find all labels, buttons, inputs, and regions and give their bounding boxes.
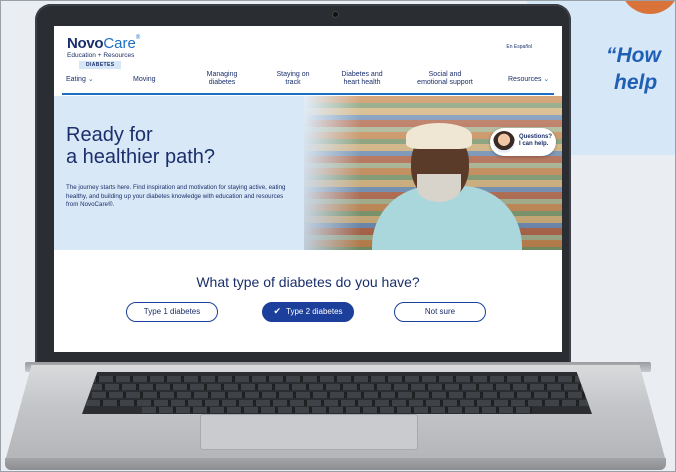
key-row [86,400,592,406]
language-link[interactable]: En Español [506,44,532,50]
hero-title-line-2: a healthier path? [66,146,216,168]
nav-label: Social and [428,71,462,78]
keyboard [82,372,592,414]
background-quote: “How help [606,42,676,96]
hero-section: Ready for a healthier path? The journey … [54,96,562,250]
key-row [88,384,592,390]
nav-label: Resources [508,76,542,83]
choice-label: Type 1 diabetes [143,307,201,316]
main-nav: Eating ⌄ Moving Managing diabetes Staying… [54,70,562,92]
avatar [493,131,515,153]
nav-item-managing-diabetes[interactable]: Managing diabetes [202,71,242,86]
nav-label: track [285,78,301,86]
quote-line-1: “How [606,44,661,67]
key-row [92,392,592,398]
nav-label: Eating [66,76,86,83]
checkmark-icon: ✔ [273,306,282,316]
hero-body: The journey starts here. Find inspiratio… [66,184,286,209]
nav-item-diabetes-heart-health[interactable]: Diabetes and heart health [337,71,387,86]
key-row [82,376,592,382]
webcam-icon [333,12,338,17]
nav-label: diabetes [208,78,236,86]
chat-help-line-2: I can help. [519,141,549,147]
logo-brand-bold: Novo [67,35,104,52]
logo-tm: ® [135,35,141,41]
nav-item-resources[interactable]: Resources ⌄ [508,76,549,84]
laptop-front-edge [5,458,666,470]
nav-item-eating[interactable]: Eating ⌄ [66,76,94,84]
nav-item-moving[interactable]: Moving [133,76,156,84]
hero-title: Ready for a healthier path? [66,124,296,168]
site-header: NovoCare® Education + Resources DIABETES… [54,26,562,96]
nav-underline [62,93,554,95]
nav-item-social-emotional-support[interactable]: Social and emotional support [410,71,480,86]
nav-label: Moving [133,76,156,83]
not-sure-button[interactable]: Not sure [394,302,486,322]
nav-label: emotional support [417,78,473,86]
logo-subtitle: Education + Resources [67,52,135,59]
logo-brand-light: Care [103,35,136,52]
hero-person-beard [417,174,461,202]
novocare-logo[interactable]: NovoCare® Education + Resources DIABETES [67,35,141,69]
nav-label: heart health [343,78,381,86]
chevron-down-icon: ⌄ [87,76,94,83]
nav-label: Managing [206,71,238,78]
nav-item-staying-on-track[interactable]: Staying on track [271,71,315,86]
choice-label: Not sure [424,307,456,316]
choice-label: Type 2 diabetes [286,307,343,316]
logo-badge: DIABETES [79,61,122,69]
trackpad [200,414,418,450]
hero-title-line-1: Ready for [66,124,153,146]
key-row [142,407,532,413]
laptop-screen: NovoCare® Education + Resources DIABETES… [54,26,562,352]
hero-person-cap [406,123,472,149]
chevron-down-icon: ⌄ [543,76,550,83]
nav-label: Staying on [276,71,310,78]
chat-help-text: Questions? I can help. [519,134,552,148]
type-2-diabetes-button[interactable]: ✔ Type 2 diabetes [262,302,354,322]
chat-help-button[interactable]: Questions? I can help. [490,128,556,156]
type-1-diabetes-button[interactable]: Type 1 diabetes [126,302,218,322]
chat-help-line-1: Questions? [519,134,553,140]
diabetes-type-question: What type of diabetes do you have? [196,274,420,290]
nav-label: Diabetes and [341,71,383,78]
quote-line-2: help [614,71,658,94]
